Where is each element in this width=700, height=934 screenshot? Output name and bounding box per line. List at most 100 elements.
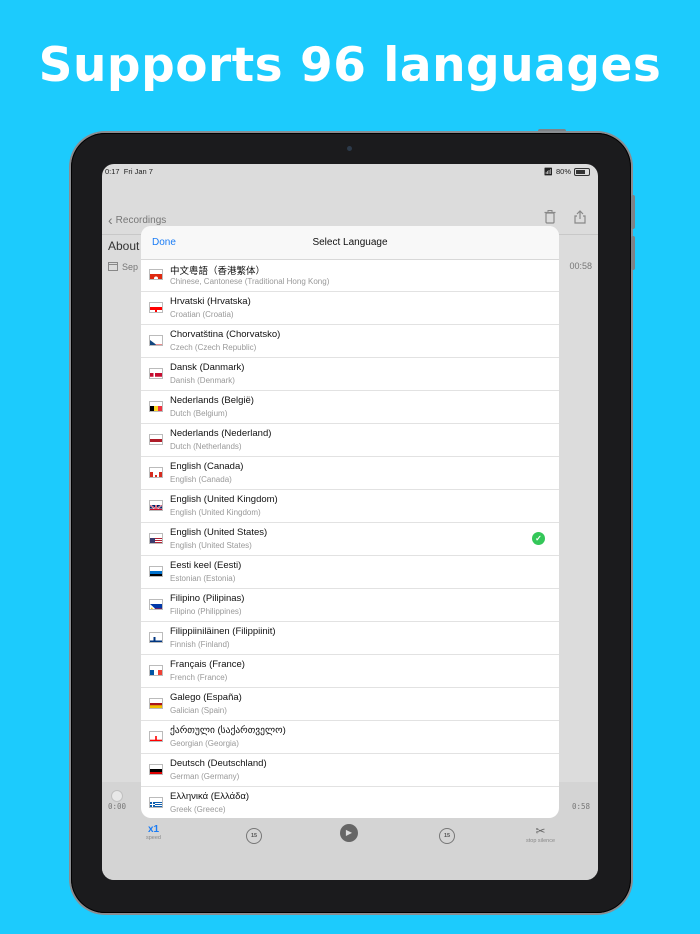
flag-icon: [149, 269, 163, 280]
battery-percent: 80%: [555, 167, 571, 176]
headline: Supports 96 languages: [38, 38, 662, 93]
modal-title: Select Language: [312, 237, 388, 248]
calendar-icon: [108, 261, 118, 273]
skip-back-button[interactable]: 15: [246, 824, 262, 844]
wifi-icon: 📶︎: [543, 167, 553, 176]
flag-icon: [149, 335, 163, 346]
language-row[interactable]: Nederlands (België) Dutch (Belgium): [141, 391, 559, 424]
language-row[interactable]: Filipino (Pilipinas) Filipino (Philippine…: [141, 589, 559, 622]
flag-icon: [149, 632, 163, 643]
language-row[interactable]: ქართული (საქართველო) Georgian (Georgia): [141, 721, 559, 754]
language-row[interactable]: 中文粵語（香港繁体） Chinese, Cantonese (Traditiona…: [141, 259, 559, 292]
modal-header: Done Select Language: [141, 226, 559, 260]
ipad-volume-down: [631, 236, 635, 270]
language-name: Filipino (Pilipinas): [170, 593, 245, 604]
language-row[interactable]: English (United States) English (United S…: [141, 523, 559, 556]
speed-button[interactable]: x1 speed: [146, 824, 161, 841]
language-subtitle: Croatian (Croatia): [170, 310, 234, 319]
recording-date: Sep: [108, 261, 138, 273]
language-row[interactable]: Ελληνικά (Ελλάδα) Greek (Greece): [141, 787, 559, 818]
language-row[interactable]: Français (France) French (France): [141, 655, 559, 688]
flag-icon: [149, 797, 163, 808]
trash-icon[interactable]: [544, 210, 556, 227]
language-name: Galego (España): [170, 692, 242, 703]
stop-silence-label: stop silence: [526, 838, 556, 844]
flag-icon: [149, 665, 163, 676]
ipad-volume-up: [631, 195, 635, 229]
language-subtitle: Galician (Spain): [170, 706, 227, 715]
total-time: 0:58: [571, 802, 590, 811]
language-subtitle: Chinese, Cantonese (Traditional Hong Kon…: [170, 277, 330, 286]
language-name: Chorvatština (Chorvatsko): [170, 329, 281, 340]
language-row[interactable]: Filippiiniläinen (Filippiinit) Finnish (F…: [141, 622, 559, 655]
language-name: Nederlands (België): [170, 395, 254, 406]
status-right: 📶︎ 80%: [543, 167, 590, 176]
flag-icon: [149, 434, 163, 445]
flag-icon: [149, 566, 163, 577]
language-modal: Done Select Language 中文粵語（香港繁体） Chinese, …: [141, 226, 559, 818]
language-row[interactable]: Eesti keel (Eesti) Estonian (Estonia): [141, 556, 559, 589]
status-time: 0:17 Fri Jan 7: [105, 167, 153, 176]
language-subtitle: Dutch (Netherlands): [170, 442, 242, 451]
play-button[interactable]: ▶: [340, 822, 358, 842]
language-row[interactable]: Hrvatski (Hrvatska) Croatian (Croatia): [141, 292, 559, 325]
language-row[interactable]: Chorvatština (Chorvatsko) Czech (Czech Re…: [141, 325, 559, 358]
flag-icon: [149, 368, 163, 379]
language-subtitle: Czech (Czech Republic): [170, 343, 257, 352]
language-subtitle: Finnish (Finland): [170, 640, 230, 649]
share-icon[interactable]: [574, 210, 586, 227]
language-row[interactable]: Dansk (Danmark) Danish (Denmark): [141, 358, 559, 391]
language-subtitle: French (France): [170, 673, 228, 682]
language-subtitle: English (Canada): [170, 475, 232, 484]
language-name: Deutsch (Deutschland): [170, 758, 267, 769]
language-name: Eesti keel (Eesti): [170, 560, 242, 571]
battery-icon: [574, 167, 590, 176]
language-row[interactable]: Deutsch (Deutschland) German (Germany): [141, 754, 559, 787]
scissors-icon: ✂: [535, 824, 546, 838]
play-icon: ▶: [340, 823, 358, 842]
flag-icon: [149, 764, 163, 775]
flag-icon: [149, 731, 163, 742]
language-name: English (Canada): [170, 461, 244, 472]
language-subtitle: Dutch (Belgium): [170, 409, 228, 418]
recording-duration: 00:58: [569, 261, 592, 271]
flag-icon: [149, 599, 163, 610]
recording-title: About: [108, 239, 140, 253]
language-name: Français (France): [170, 659, 245, 670]
flag-icon: [149, 467, 163, 478]
language-name: English (United States): [170, 527, 268, 538]
language-row[interactable]: Galego (España) Galician (Spain): [141, 688, 559, 721]
flag-icon: [149, 302, 163, 313]
language-subtitle: English (United Kingdom): [170, 508, 261, 517]
flag-icon: [149, 500, 163, 511]
language-row[interactable]: English (United Kingdom) English (United …: [141, 490, 559, 523]
stop-silence-button[interactable]: ✂ stop silence: [526, 824, 555, 844]
language-name: Hrvatski (Hrvatska): [170, 296, 251, 307]
forward-15-icon: 15: [439, 828, 455, 844]
scrubber-knob[interactable]: [111, 790, 123, 802]
language-name: Nederlands (Nederland): [170, 428, 272, 439]
language-name: Dansk (Danmark): [170, 362, 245, 373]
chevron-left-icon: ‹: [108, 212, 113, 228]
language-subtitle: English (United States): [170, 541, 252, 550]
language-subtitle: Greek (Greece): [170, 805, 226, 814]
rewind-15-icon: 15: [246, 828, 262, 844]
front-camera: [347, 146, 352, 151]
language-name: ქართული (საქართველო): [170, 725, 286, 736]
status-bar: 0:17 Fri Jan 7 📶︎ 80%: [102, 164, 598, 178]
language-subtitle: Georgian (Georgia): [170, 739, 239, 748]
language-row[interactable]: Nederlands (Nederland) Dutch (Netherlands…: [141, 424, 559, 457]
language-list: 中文粵語（香港繁体） Chinese, Cantonese (Traditiona…: [141, 259, 559, 818]
language-row[interactable]: English (Canada) English (Canada): [141, 457, 559, 490]
language-name: Ελληνικά (Ελλάδα): [170, 791, 250, 802]
skip-forward-button[interactable]: 15: [439, 824, 455, 844]
language-name: 中文粵語（香港繁体）: [170, 266, 266, 277]
language-subtitle: Estonian (Estonia): [170, 574, 236, 583]
speed-label: speed: [146, 835, 161, 841]
flag-icon: [149, 533, 163, 544]
elapsed-time: 0:00: [108, 802, 127, 811]
checkmark-icon: ✓: [532, 532, 545, 545]
language-name: English (United Kingdom): [170, 494, 278, 505]
language-subtitle: Danish (Denmark): [170, 376, 235, 385]
back-label: Recordings: [115, 214, 167, 226]
